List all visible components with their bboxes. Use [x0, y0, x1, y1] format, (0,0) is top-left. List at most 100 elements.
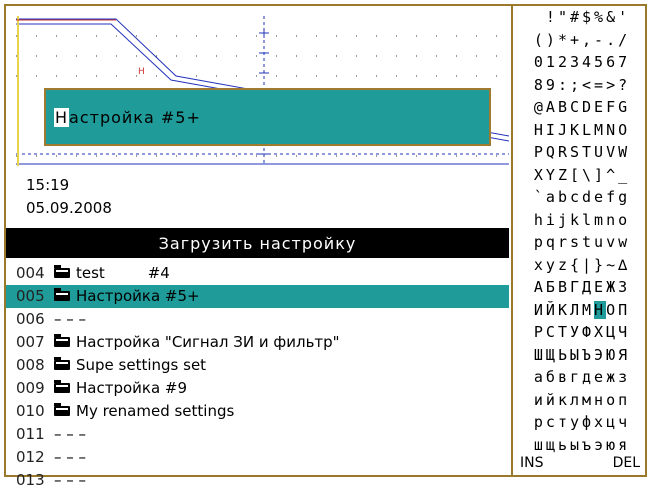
palette-char[interactable]: 8 [534, 76, 546, 94]
palette-char[interactable]: е [594, 368, 606, 386]
palette-char[interactable]: n [606, 211, 618, 229]
palette-char[interactable]: а [534, 368, 546, 386]
palette-char[interactable]: y [546, 256, 558, 274]
palette-char[interactable]: Z [558, 166, 570, 184]
settings-row[interactable]: 012 – – – [6, 446, 509, 469]
palette-char[interactable]: @ [534, 98, 546, 116]
palette-char[interactable]: э [594, 436, 606, 454]
palette-char[interactable]: я [618, 436, 630, 454]
palette-char[interactable]: Й [546, 301, 558, 319]
palette-char[interactable]: C [570, 98, 582, 116]
palette-char[interactable]: 4 [582, 53, 594, 71]
palette-char[interactable]: ф [582, 413, 594, 431]
settings-row[interactable]: 008 Supe settings set [6, 354, 509, 377]
palette-char[interactable]: 3 [570, 53, 582, 71]
palette-char[interactable]: d [582, 188, 594, 206]
palette-char[interactable]: 5 [594, 53, 606, 71]
palette-char[interactable]: з [618, 368, 630, 386]
palette-char[interactable]: T [582, 143, 594, 161]
palette-char[interactable]: Ч [618, 323, 630, 341]
palette-char[interactable]: ь [558, 436, 570, 454]
palette-char[interactable]: ж [606, 368, 618, 386]
palette-char[interactable]: Ф [582, 323, 594, 341]
palette-char[interactable]: Л [570, 301, 582, 319]
palette-char[interactable]: D [582, 98, 594, 116]
palette-char[interactable]: ) [546, 31, 558, 49]
palette-char[interactable]: t [582, 233, 594, 251]
palette-char[interactable]: O [618, 121, 630, 139]
palette-char[interactable]: L [582, 121, 594, 139]
palette-char[interactable]: ` [534, 188, 546, 206]
palette-char[interactable]: в [558, 368, 570, 386]
palette-char[interactable]: j [558, 211, 570, 229]
palette-char[interactable]: В [558, 278, 570, 296]
palette-char[interactable]: ! [546, 8, 558, 26]
palette-char[interactable]: ' [618, 8, 630, 26]
palette-char[interactable]: д [582, 368, 594, 386]
palette-char[interactable]: г [570, 368, 582, 386]
palette-char[interactable]: , [582, 31, 594, 49]
palette-char[interactable]: ц [606, 413, 618, 431]
palette-char[interactable]: ( [534, 31, 546, 49]
palette-char[interactable]: # [570, 8, 582, 26]
palette-char[interactable]: р [534, 413, 546, 431]
palette-char[interactable]: ∆ [618, 256, 630, 274]
palette-char[interactable]: У [570, 323, 582, 341]
palette-char[interactable]: - [594, 31, 606, 49]
palette-char[interactable]: = [594, 76, 606, 94]
palette-char[interactable]: Щ [546, 346, 558, 364]
settings-row[interactable]: 006 – – – [6, 308, 509, 331]
palette-char[interactable]: * [558, 31, 570, 49]
palette-char[interactable]: V [606, 143, 618, 161]
palette-char[interactable]: % [594, 8, 606, 26]
palette-char[interactable]: ^ [606, 166, 618, 184]
palette-char[interactable]: > [606, 76, 618, 94]
palette-char[interactable]: _ [618, 166, 630, 184]
palette-char[interactable]: / [618, 31, 630, 49]
palette-char[interactable]: ш [534, 436, 546, 454]
palette-char[interactable]: Ы [570, 346, 582, 364]
palette-char[interactable]: ю [606, 436, 618, 454]
palette-char[interactable]: P [534, 143, 546, 161]
palette-char[interactable]: ъ [582, 436, 594, 454]
palette-char[interactable]: Э [594, 346, 606, 364]
palette-char[interactable]: Г [570, 278, 582, 296]
palette-char[interactable]: Б [546, 278, 558, 296]
palette-char[interactable]: v [606, 233, 618, 251]
palette-char[interactable]: М [582, 301, 594, 319]
palette-char[interactable]: & [606, 8, 618, 26]
palette-char[interactable]: s [570, 233, 582, 251]
palette-char[interactable]: И [534, 301, 546, 319]
palette-char[interactable]: п [618, 391, 630, 409]
palette-char[interactable]: U [594, 143, 606, 161]
palette-char[interactable]: Ъ [582, 346, 594, 364]
ins-key[interactable]: INS [520, 455, 544, 471]
palette-char[interactable]: Y [546, 166, 558, 184]
palette-char[interactable]: < [582, 76, 594, 94]
palette-char[interactable]: Р [534, 323, 546, 341]
palette-char[interactable]: 9 [546, 76, 558, 94]
palette-char[interactable]: . [606, 31, 618, 49]
palette-char[interactable]: н [594, 391, 606, 409]
palette-char[interactable]: м [582, 391, 594, 409]
settings-row[interactable]: 007 Настройка "Сигнал ЗИ и фильтр" [6, 331, 509, 354]
palette-char[interactable]: х [594, 413, 606, 431]
palette-char[interactable]: h [534, 211, 546, 229]
palette-char[interactable]: x [534, 256, 546, 274]
palette-char[interactable]: K [570, 121, 582, 139]
palette-char[interactable]: А [534, 278, 546, 296]
palette-char[interactable]: | [582, 256, 594, 274]
palette-char[interactable]: c [570, 188, 582, 206]
palette-char[interactable]: ] [594, 166, 606, 184]
palette-char[interactable]: E [594, 98, 606, 116]
palette-char[interactable]: й [546, 391, 558, 409]
del-key[interactable]: DEL [613, 455, 640, 471]
palette-char[interactable]: I [546, 121, 558, 139]
palette-char[interactable]: т [558, 413, 570, 431]
palette-char[interactable]: a [546, 188, 558, 206]
palette-char[interactable]: + [570, 31, 582, 49]
palette-char[interactable]: W [618, 143, 630, 161]
palette-char[interactable]: 1 [546, 53, 558, 71]
palette-char[interactable]: Е [594, 278, 606, 296]
palette-char[interactable]: ? [618, 76, 630, 94]
